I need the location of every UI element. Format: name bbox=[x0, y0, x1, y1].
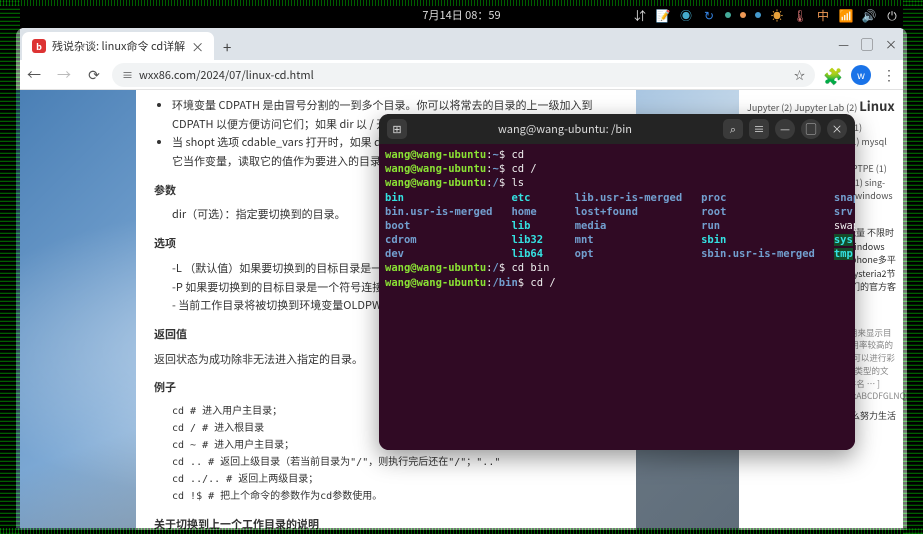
profile-avatar[interactable]: w bbox=[851, 65, 871, 85]
extensions-button[interactable]: 🧩 bbox=[821, 63, 845, 87]
new-tab-button[interactable]: + bbox=[214, 34, 240, 60]
terminal-minimize-button[interactable]: — bbox=[775, 119, 795, 139]
gnome-topbar: 7月14日 08：59 ⇵ 📝 ◉ ↻ ☀ 🌡 中 📶 🔊 ⏻ bbox=[16, 4, 907, 26]
back-button[interactable]: ← bbox=[22, 63, 46, 87]
note-icon[interactable]: 📝 bbox=[656, 8, 670, 22]
url-bar[interactable]: ≡ wxx86.com/2024/07/linux-cd.html ☆ bbox=[112, 63, 815, 87]
tab-close-button[interactable]: × bbox=[191, 37, 204, 56]
terminal-window: ⊞ wang@wang-ubuntu: /bin ⌕ ≡ — ▢ × wang@… bbox=[379, 114, 855, 450]
terminal-menu-button[interactable]: ≡ bbox=[749, 119, 769, 139]
input-method-icon[interactable]: 中 bbox=[816, 8, 830, 22]
example-line: cd !$ # 把上个命令的参数作为cd参数使用。 bbox=[172, 488, 618, 505]
example-line: cd ../.. # 返回上两级目录； bbox=[172, 471, 618, 488]
site-info-icon[interactable]: ≡ bbox=[122, 67, 133, 83]
reload-button[interactable]: ⟳ bbox=[82, 63, 106, 87]
indicator-dot bbox=[725, 12, 731, 18]
terminal-maximize-button[interactable]: ▢ bbox=[801, 119, 821, 139]
tab-strip: b 残说杂谈: linux命令 cd详解 × + bbox=[16, 28, 907, 60]
swap-icon[interactable]: ⇵ bbox=[633, 8, 647, 22]
terminal-body[interactable]: wang@wang-ubuntu:~$ cd wang@wang-ubuntu:… bbox=[379, 144, 855, 450]
temp-icon[interactable]: 🌡 bbox=[793, 8, 807, 22]
window-minimize-button[interactable]: — bbox=[838, 36, 849, 53]
window-maximize-button[interactable]: ▢ bbox=[861, 36, 873, 53]
example-line: cd .. # 返回上级目录（若当前目录为"/"，则执行完后还在"/"；".." bbox=[172, 454, 618, 471]
terminal-new-tab-button[interactable]: ⊞ bbox=[387, 119, 407, 139]
indicator-dot bbox=[740, 12, 746, 18]
clock[interactable]: 7月14日 08：59 bbox=[422, 7, 500, 23]
forward-button[interactable]: → bbox=[52, 63, 76, 87]
window-close-button[interactable]: × bbox=[885, 36, 897, 53]
favicon-icon: b bbox=[32, 39, 46, 53]
bookmark-star-icon[interactable]: ☆ bbox=[794, 67, 805, 83]
browser-toolbar: ← → ⟳ ≡ wxx86.com/2024/07/linux-cd.html … bbox=[16, 60, 907, 90]
indicator-dot bbox=[755, 12, 761, 18]
system-tray[interactable]: ⇵ 📝 ◉ ↻ ☀ 🌡 中 📶 🔊 ⏻ bbox=[633, 8, 907, 22]
reload-icon[interactable]: ↻ bbox=[702, 8, 716, 22]
terminal-title: wang@wang-ubuntu: /bin bbox=[413, 121, 717, 137]
chrome-menu-button[interactable]: ⋮ bbox=[877, 63, 901, 87]
power-icon[interactable]: ⏻ bbox=[885, 8, 899, 22]
circle-icon[interactable]: ◉ bbox=[679, 8, 693, 22]
vol-icon[interactable]: 🔊 bbox=[862, 8, 876, 22]
terminal-titlebar[interactable]: ⊞ wang@wang-ubuntu: /bin ⌕ ≡ — ▢ × bbox=[379, 114, 855, 144]
browser-tab[interactable]: b 残说杂谈: linux命令 cd详解 × bbox=[22, 32, 214, 60]
heading-prev: 关于切换到上一个工作目录的说明 bbox=[154, 515, 618, 530]
network-icon[interactable]: 📶 bbox=[839, 8, 853, 22]
terminal-search-button[interactable]: ⌕ bbox=[723, 119, 743, 139]
terminal-close-button[interactable]: × bbox=[827, 119, 847, 139]
url-text: wxx86.com/2024/07/linux-cd.html bbox=[139, 67, 314, 83]
weather-icon[interactable]: ☀ bbox=[770, 8, 784, 22]
tab-title: 残说杂谈: linux命令 cd详解 bbox=[52, 38, 185, 54]
